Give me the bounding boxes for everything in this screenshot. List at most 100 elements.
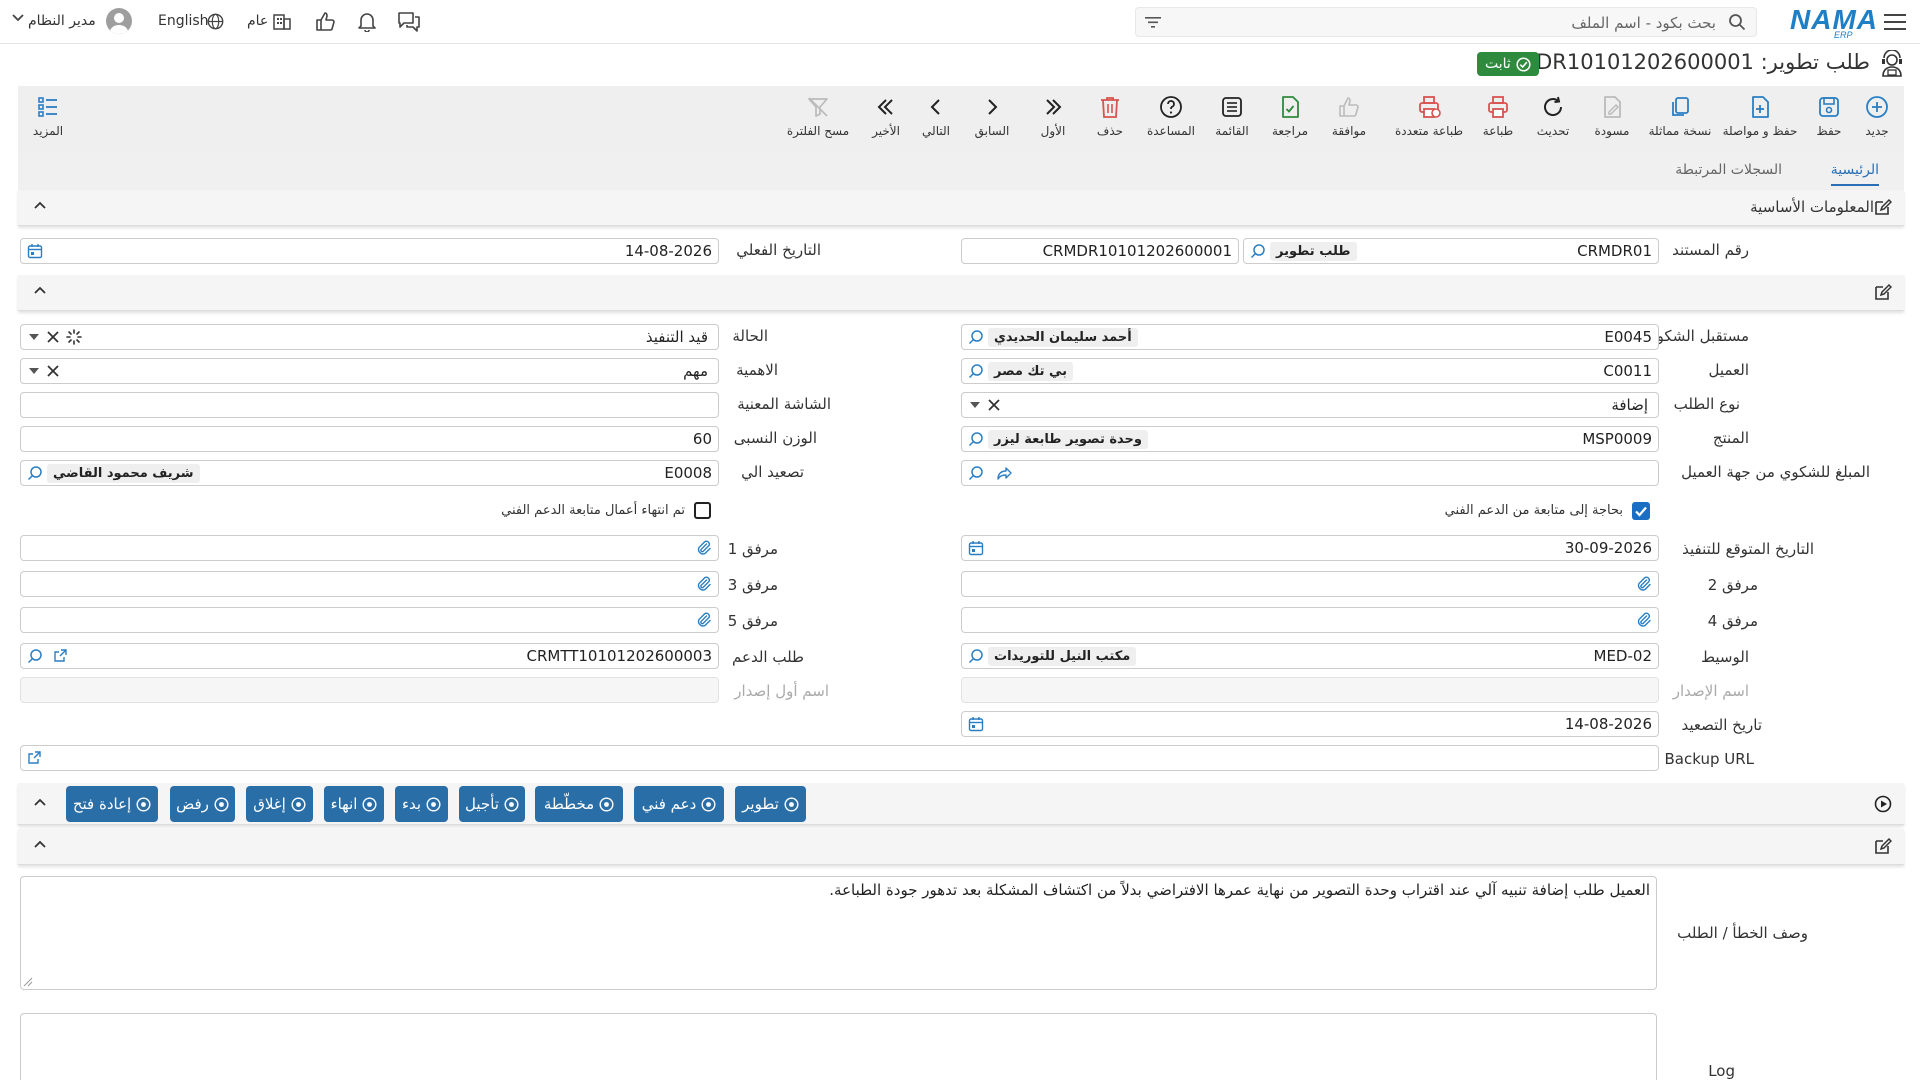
log-textarea[interactable] [20, 1013, 1657, 1080]
thumbs-up-icon[interactable] [314, 10, 336, 32]
bell-icon[interactable] [356, 10, 378, 32]
first-button[interactable]: الأول [1018, 94, 1088, 138]
language-switch[interactable]: English [158, 13, 209, 29]
chevron-up-icon[interactable] [33, 198, 47, 212]
attachment3-field[interactable] [20, 571, 719, 597]
caret-down-icon[interactable] [29, 368, 39, 375]
description-header[interactable] [18, 829, 1904, 865]
search-icon[interactable] [27, 465, 43, 481]
avatar[interactable] [106, 8, 132, 34]
basic-info-header[interactable]: المعلومات الأساسية [18, 190, 1904, 226]
more-button[interactable]: المزيد [18, 94, 78, 138]
last-button[interactable]: الأخير [851, 94, 921, 138]
followup-done-checkbox[interactable] [694, 502, 711, 519]
close-button[interactable]: إغلاق [246, 786, 313, 822]
clear-icon[interactable] [988, 399, 1000, 411]
develop-button[interactable]: تطوير [735, 786, 806, 822]
chevron-up-icon[interactable] [33, 837, 47, 851]
screen-field[interactable] [20, 392, 719, 418]
search-icon[interactable] [968, 431, 984, 447]
backup-url-field[interactable] [20, 745, 1659, 771]
finish-button[interactable]: انهاء [324, 786, 384, 822]
search-icon[interactable] [27, 648, 43, 664]
description-textarea[interactable]: العميل طلب إضافة تنبيه آلي عند اقتراب وح… [20, 876, 1657, 990]
actual-date-field[interactable]: 14-08-2026 [20, 238, 719, 264]
reopen-button[interactable]: إعادة فتح [66, 786, 158, 822]
copy-button[interactable]: نسخة مماثلة [1645, 94, 1715, 138]
nama-logo[interactable]: NAMA ERP [1790, 4, 1877, 40]
paperclip-icon[interactable] [696, 576, 712, 592]
chevron-down-icon[interactable] [12, 14, 24, 22]
search-icon[interactable] [968, 363, 984, 379]
weight-field[interactable]: 60 [20, 426, 719, 452]
print-button[interactable]: طباعة [1463, 94, 1533, 138]
edit-icon[interactable] [1874, 198, 1892, 216]
start-button[interactable]: بدء [395, 786, 448, 822]
attachment2-field[interactable] [961, 571, 1659, 597]
save-continue-button[interactable]: حفظ و مواصلة [1721, 94, 1799, 138]
list-button[interactable]: القائمة [1197, 94, 1267, 138]
clear-icon[interactable] [47, 331, 59, 343]
search-icon[interactable] [968, 465, 984, 481]
edit-icon[interactable] [1874, 837, 1892, 855]
search-icon[interactable] [1250, 243, 1266, 259]
calendar-icon[interactable] [968, 716, 984, 732]
calendar-icon[interactable] [27, 243, 43, 259]
help-button[interactable]: المساعدة [1136, 94, 1206, 138]
paperclip-icon[interactable] [696, 612, 712, 628]
clear-filter-button[interactable]: مسح الفلترة [783, 94, 853, 138]
details-header[interactable] [18, 275, 1904, 311]
chat-icon[interactable] [397, 10, 421, 32]
product-field[interactable]: MSP0009 وحدة تصوير طابعة ليزر [961, 426, 1659, 452]
paperclip-icon[interactable] [1636, 576, 1652, 592]
needs-followup-checkbox[interactable] [1632, 502, 1650, 520]
search-icon[interactable] [968, 329, 984, 345]
status-select[interactable]: قيد التنفيذ [20, 324, 719, 350]
filter-icon[interactable] [1144, 14, 1162, 30]
save-button[interactable]: حفظ [1794, 94, 1864, 138]
chevron-up-icon[interactable] [33, 283, 47, 297]
play-circle-icon[interactable] [1874, 795, 1892, 813]
customer-field[interactable]: C0011 بي تك مصر [961, 358, 1659, 384]
support-request-field[interactable]: CRMTT10101202600003 [20, 643, 719, 669]
reject-button[interactable]: رفض [170, 786, 235, 822]
paperclip-icon[interactable] [1636, 612, 1652, 628]
caret-down-icon[interactable] [29, 334, 39, 341]
priority-select[interactable]: مهم [20, 358, 719, 384]
building-icon[interactable] [272, 11, 292, 31]
caret-down-icon[interactable] [970, 402, 980, 409]
tab-main[interactable]: الرئيسية [1830, 162, 1879, 186]
planned-button[interactable]: مخطّطة [535, 786, 623, 822]
support-button[interactable]: دعم فني [634, 786, 724, 822]
attachment5-field[interactable] [20, 607, 719, 633]
chevron-up-icon[interactable] [33, 795, 47, 809]
scope-label[interactable]: عام [247, 13, 268, 29]
multi-print-button[interactable]: طباعة متعددة [1390, 94, 1468, 138]
globe-icon[interactable] [207, 13, 224, 30]
edit-icon[interactable] [1874, 283, 1892, 301]
search-icon[interactable] [968, 648, 984, 664]
escalate-field[interactable]: E0008 شريف محمود القاضي [20, 460, 719, 486]
user-name[interactable]: مدير النظام [28, 13, 96, 29]
menu-icon[interactable] [1882, 10, 1908, 34]
calendar-icon[interactable] [968, 540, 984, 556]
search-input[interactable]: بحث بكود - اسم الملف [1135, 7, 1757, 37]
reporter-field[interactable] [961, 460, 1659, 486]
paperclip-icon[interactable] [696, 540, 712, 556]
external-link-icon[interactable] [27, 750, 42, 765]
broker-field[interactable]: MED-02 مكتب النيل للتوريدات [961, 643, 1659, 669]
resize-handle-icon[interactable] [23, 977, 33, 987]
postpone-button[interactable]: تأجيل [459, 786, 525, 822]
clear-icon[interactable] [47, 365, 59, 377]
escalation-date-field[interactable]: 14-08-2026 [961, 711, 1659, 737]
doc-number-field[interactable]: CRMDR10101202600001 [961, 238, 1239, 264]
attachment1-field[interactable] [20, 535, 719, 561]
expected-date-field[interactable]: 30-09-2026 [961, 535, 1659, 561]
doc-type-field[interactable]: CRMDR01 طلب تطوير [1243, 238, 1659, 264]
tab-related-records[interactable]: السجلات المرتبطة [1675, 162, 1782, 178]
request-type-select[interactable]: إضافة [961, 392, 1659, 418]
external-link-icon[interactable] [53, 648, 68, 663]
attachment4-field[interactable] [961, 607, 1659, 633]
receiver-field[interactable]: E0045 أحمد سليمان الحديدي [961, 324, 1659, 350]
share-icon[interactable] [996, 465, 1012, 481]
